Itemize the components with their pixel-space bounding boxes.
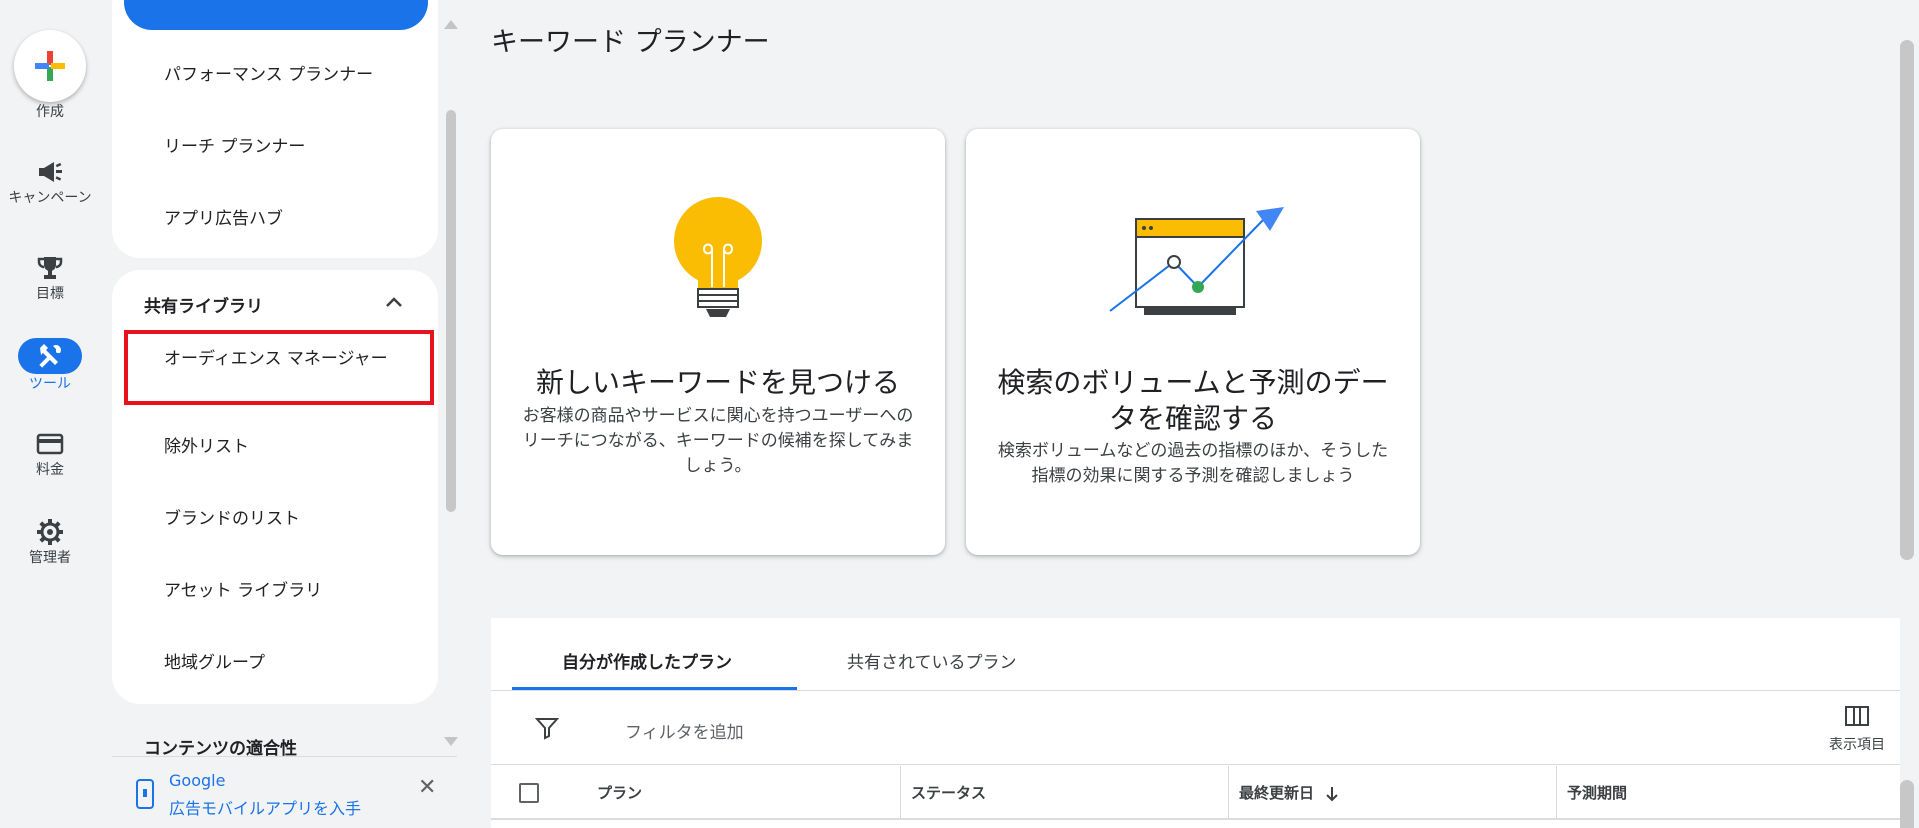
rail-item-admin[interactable]: 管理者 — [0, 516, 100, 567]
col-header-last-updated[interactable]: 最終更新日 — [1239, 766, 1339, 820]
growth-chart-icon — [1109, 207, 1284, 315]
nav-item-exclusion-lists[interactable]: 除外リスト — [164, 432, 249, 457]
create-button[interactable] — [14, 30, 86, 102]
plan-tabs: 自分が作成したプラン 共有されているプラン — [491, 618, 1900, 691]
create-label: 作成 — [36, 104, 64, 120]
trophy-icon — [37, 257, 63, 279]
nav-scrollbar[interactable] — [446, 110, 456, 512]
rail-label-tools: ツール — [29, 376, 71, 392]
credit-card-icon — [36, 433, 64, 455]
active-tab-indicator — [512, 687, 797, 690]
lightbulb-icon — [674, 197, 762, 317]
plus-icon — [35, 51, 65, 81]
tab-my-plans[interactable]: 自分が作成したプラン — [562, 648, 732, 673]
left-rail: 作成 キャンペーン 目標 ツール 料金 管理者 — [0, 0, 100, 828]
rail-item-billing[interactable]: 料金 — [0, 428, 100, 479]
rail-item-tools[interactable]: ツール — [0, 338, 100, 393]
promo-line-1[interactable]: Google — [169, 771, 225, 790]
columns-button[interactable]: 表示項目 — [1817, 706, 1897, 754]
rail-item-goals[interactable]: 目標 — [0, 252, 100, 303]
column-divider — [900, 766, 901, 820]
main-scrollbar[interactable] — [1900, 40, 1914, 560]
card-title-forecast: 検索のボリュームと予測のデータを確認する — [997, 366, 1389, 435]
rail-label-campaigns: キャンペーン — [8, 190, 92, 206]
nav-item-asset-library[interactable]: アセット ライブラリ — [164, 576, 322, 601]
gear-icon — [37, 519, 63, 545]
rail-label-admin: 管理者 — [29, 550, 71, 566]
close-icon[interactable]: ✕ — [418, 775, 436, 800]
arrow-down-icon — [1326, 786, 1338, 801]
selected-item-pill[interactable] — [124, 0, 428, 30]
add-filter-button[interactable]: フィルタを追加 — [625, 718, 744, 743]
nav-item-app-ads-hub[interactable]: アプリ広告ハブ — [164, 204, 283, 229]
tab-shared-plans[interactable]: 共有されているプラン — [847, 648, 1017, 673]
table-header-row: プラン ステータス 最終更新日 予測期間 — [491, 766, 1900, 820]
rail-item-campaigns[interactable]: キャンペーン — [0, 156, 100, 207]
col-header-last-updated-label: 最終更新日 — [1239, 784, 1315, 802]
column-divider — [1556, 766, 1557, 820]
column-divider — [1228, 766, 1229, 820]
search-volume-forecast-card[interactable]: 検索のボリュームと予測のデータを確認する 検索ボリュームなどの過去の指標のほか、… — [966, 129, 1420, 555]
chevron-up-icon[interactable] — [382, 290, 406, 314]
columns-icon — [1845, 706, 1869, 726]
shared-library-header[interactable]: 共有ライブラリ — [144, 292, 263, 317]
nav-item-reach-planner[interactable]: リーチ プランナー — [164, 132, 305, 157]
col-header-forecast-period[interactable]: 予測期間 — [1567, 766, 1627, 820]
card-desc-discover: お客様の商品やサービスに関心を持つユーザーへのリーチにつながる、キーワードの候補… — [522, 406, 914, 476]
rail-label-goals: 目標 — [36, 286, 64, 302]
nav-item-brand-lists[interactable]: ブランドのリスト — [164, 504, 300, 529]
card-title-discover: 新しいキーワードを見つける — [535, 366, 900, 399]
page-title: キーワード プランナー — [491, 27, 770, 58]
tools-nav-panel: パフォーマンス プランナー リーチ プランナー アプリ広告ハブ 共有ライブラリ … — [112, 0, 457, 828]
select-all-checkbox[interactable] — [519, 783, 539, 803]
promo-line-2[interactable]: 広告モバイルアプリを入手 — [169, 795, 361, 819]
filter-icon[interactable] — [535, 716, 559, 740]
mobile-app-promo[interactable]: Google 広告モバイルアプリを入手 ✕ — [112, 756, 457, 828]
nav-scroll-up[interactable] — [444, 20, 458, 29]
col-header-status[interactable]: ステータス — [911, 766, 986, 820]
nav-item-location-groups[interactable]: 地域グループ — [164, 648, 265, 673]
filter-bar: フィルタを追加 表示項目 — [491, 692, 1900, 765]
rail-label-billing: 料金 — [36, 462, 64, 478]
planning-section: パフォーマンス プランナー リーチ プランナー アプリ広告ハブ — [112, 0, 438, 258]
shared-library-section: 共有ライブラリ オーディエンス マネージャー 除外リスト ブランドのリスト アセ… — [112, 270, 438, 704]
col-header-plan[interactable]: プラン — [597, 766, 642, 820]
phone-icon — [136, 779, 154, 809]
nav-scroll-down[interactable] — [444, 737, 458, 746]
main-scrollbar-bottom[interactable] — [1900, 780, 1914, 828]
plans-table: 自分が作成したプラン 共有されているプラン フィルタを追加 表示項目 プラン ス… — [491, 618, 1900, 828]
nav-item-performance-planner[interactable]: パフォーマンス プランナー — [164, 60, 373, 85]
discover-keywords-card[interactable]: 新しいキーワードを見つける お客様の商品やサービスに関心を持つユーザーへのリーチ… — [491, 129, 945, 555]
card-desc-forecast: 検索ボリュームなどの過去の指標のほか、そうした指標の効果に関する予測を確認しまし… — [997, 441, 1389, 486]
columns-label: 表示項目 — [1829, 737, 1885, 753]
tools-icon — [39, 344, 61, 368]
megaphone-icon — [39, 162, 62, 182]
nav-item-audience-manager[interactable]: オーディエンス マネージャー — [164, 346, 404, 372]
